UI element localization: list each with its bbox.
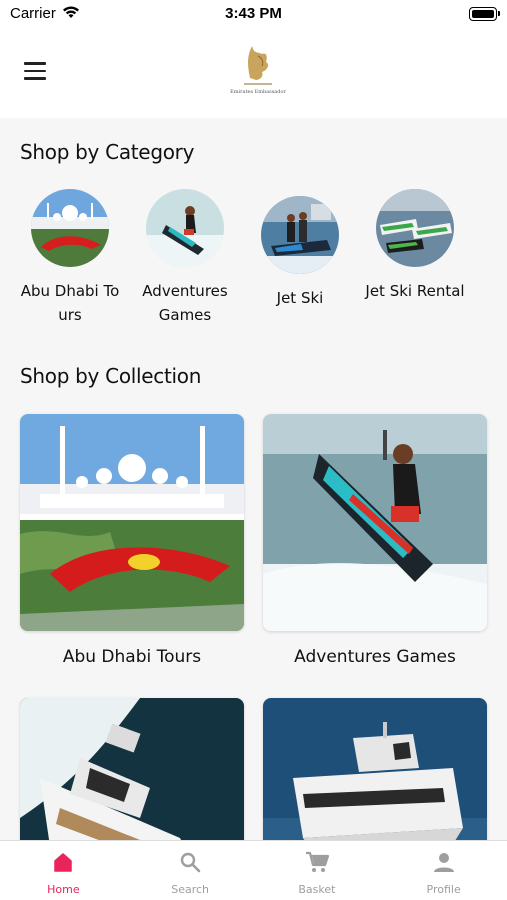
collection-label: Adventures Games bbox=[294, 647, 456, 667]
tab-label: Search bbox=[171, 883, 210, 896]
tab-basket[interactable]: Basket bbox=[254, 841, 381, 900]
category-image bbox=[261, 196, 339, 274]
category-label: Abu Dhabi Tours bbox=[20, 282, 120, 324]
category-adventures-games[interactable]: Adventures Games bbox=[135, 189, 235, 327]
battery-icon bbox=[469, 7, 500, 21]
category-image bbox=[376, 189, 454, 267]
category-image bbox=[146, 189, 224, 267]
clock: 3:43 PM bbox=[225, 5, 282, 22]
category-label: Jet Ski bbox=[276, 289, 324, 307]
logo-caption: Emirates Embassador bbox=[230, 89, 286, 95]
cart-icon bbox=[305, 851, 329, 872]
collection-label: Abu Dhabi Tours bbox=[62, 647, 202, 667]
collection-section-title: Shop by Collection bbox=[20, 364, 202, 388]
tab-search[interactable]: Search bbox=[127, 841, 254, 900]
category-section-title: Shop by Category bbox=[20, 140, 195, 164]
category-label: Adventures Games bbox=[142, 282, 228, 324]
category-label: Jet Ski Rental bbox=[365, 282, 465, 300]
collection-card-abu-dhabi-tours[interactable]: Abu Dhabi Tours bbox=[20, 414, 244, 667]
status-bar: Carrier 3:43 PM bbox=[0, 0, 507, 28]
falcon-icon bbox=[244, 46, 272, 85]
category-abu-dhabi-tours[interactable]: Abu Dhabi Tours bbox=[20, 189, 120, 327]
tab-profile[interactable]: Profile bbox=[380, 841, 507, 900]
person-icon bbox=[433, 853, 454, 872]
tab-home[interactable]: Home bbox=[0, 841, 127, 900]
collection-card-adventures-games[interactable]: Adventures Games bbox=[263, 414, 487, 667]
collection-image bbox=[263, 414, 487, 631]
collection-image bbox=[20, 414, 244, 631]
search-icon bbox=[180, 852, 201, 873]
bottom-tab-bar: Home Search Basket Profile bbox=[0, 840, 507, 900]
category-image bbox=[31, 189, 109, 267]
app-header: Emirates Embassador bbox=[0, 28, 507, 118]
category-jet-ski-rental[interactable]: Jet Ski Rental bbox=[365, 189, 465, 303]
menu-icon[interactable] bbox=[24, 62, 46, 80]
brand-logo: Emirates Embassador bbox=[228, 40, 288, 100]
tab-label: Basket bbox=[298, 883, 336, 896]
home-icon bbox=[54, 853, 73, 872]
category-jet-ski[interactable]: Jet Ski bbox=[250, 196, 350, 310]
tab-label: Profile bbox=[426, 883, 461, 896]
tab-label: Home bbox=[47, 883, 80, 896]
